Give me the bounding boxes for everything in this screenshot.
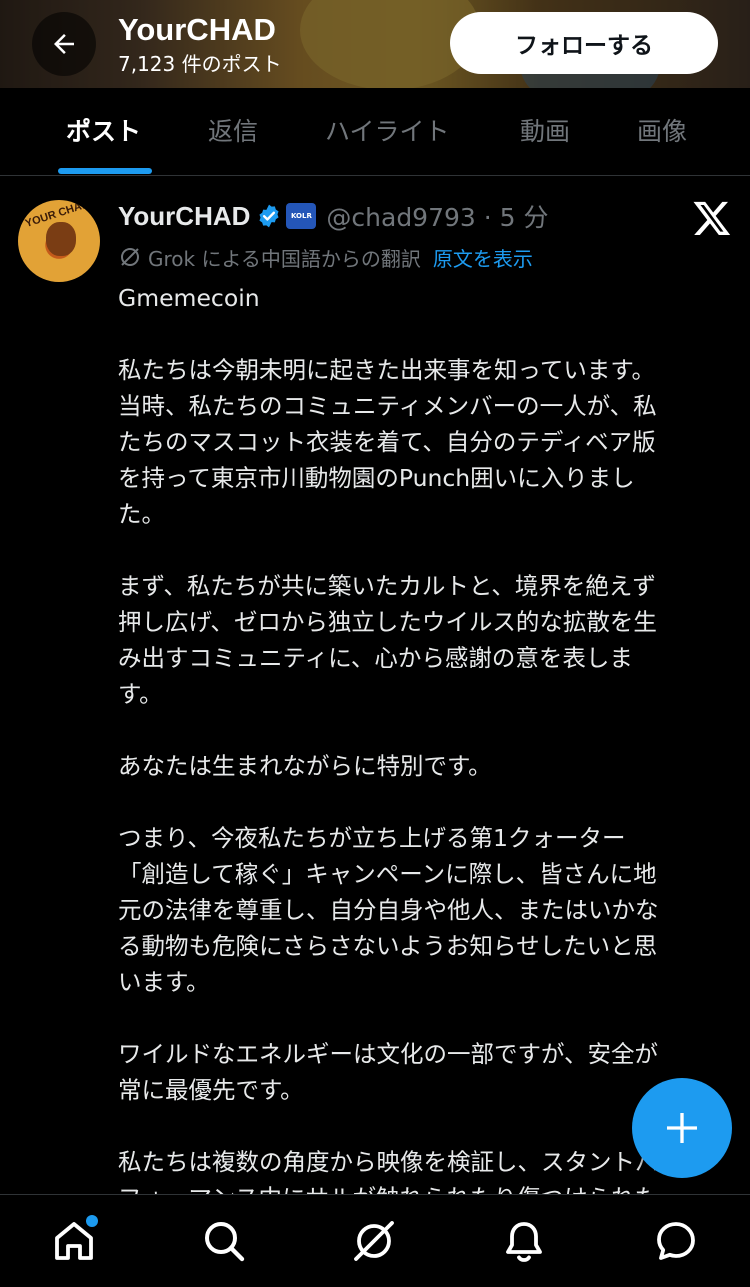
follow-button[interactable]: フォローする bbox=[450, 12, 718, 74]
notifications-icon[interactable] bbox=[500, 1217, 548, 1265]
x-logo-icon[interactable] bbox=[692, 198, 732, 238]
back-button[interactable] bbox=[32, 12, 96, 76]
post-count: 7,123 件のポスト bbox=[118, 52, 282, 76]
profile-tabs: ポスト 返信 ハイライト 動画 画像 bbox=[0, 88, 750, 176]
tab-videos[interactable]: 動画 bbox=[520, 88, 570, 176]
profile-title: YourCHAD bbox=[118, 12, 276, 47]
avatar-character bbox=[46, 222, 76, 256]
tab-images[interactable]: 画像 bbox=[637, 88, 687, 176]
active-tab-indicator bbox=[58, 168, 152, 174]
bottom-navigation bbox=[0, 1194, 750, 1287]
post-paragraph: Gmemecoin bbox=[118, 284, 260, 312]
affiliate-badge-icon[interactable]: KOLR bbox=[286, 203, 317, 229]
author-handle-time: @chad9793 · 5 分 bbox=[326, 203, 549, 232]
compose-post-button[interactable] bbox=[632, 1078, 732, 1178]
translation-row: Grok による中国語からの翻訳 原文を表示 bbox=[118, 242, 533, 272]
arrow-left-icon bbox=[54, 34, 74, 54]
show-original-link[interactable]: 原文を表示 bbox=[433, 243, 533, 272]
post-paragraph: 私たちは今朝未明に起きた出来事を知っています。 当時、私たちのコミュニティメンバ… bbox=[118, 356, 657, 528]
tab-highlights[interactable]: ハイライト bbox=[325, 88, 450, 176]
post-paragraph: つまり、今夜私たちが立ち上げる第1クォーター 「創造して稼ぐ」キャンペーンに際し… bbox=[118, 824, 659, 996]
messages-icon[interactable] bbox=[652, 1217, 700, 1265]
post-paragraph: まず、私たちが共に築いたカルトと、境界を絶えず 押し広げ、ゼロから独立したウイル… bbox=[118, 572, 657, 708]
author-name[interactable]: YourCHAD bbox=[118, 201, 250, 232]
search-icon[interactable] bbox=[200, 1217, 248, 1265]
post-paragraph: あなたは生まれながらに特別です。 bbox=[118, 752, 492, 780]
translation-note: Grok による中国語からの翻訳 bbox=[148, 246, 421, 271]
avatar[interactable]: YOUR CHAD bbox=[18, 200, 100, 282]
post-paragraph: ワイルドなエネルギーは文化の一部ですが、安全が 常に最優先です。 bbox=[118, 1040, 659, 1104]
post-text: Gmemecoin 私たちは今朝未明に起きた出来事を知っています。 当時、私たち… bbox=[118, 280, 728, 1194]
plus-icon bbox=[667, 1113, 697, 1143]
grok-icon[interactable] bbox=[350, 1217, 398, 1265]
verified-badge-icon bbox=[259, 204, 279, 228]
grok-icon bbox=[121, 248, 139, 266]
tab-replies[interactable]: 返信 bbox=[208, 88, 258, 176]
tab-posts[interactable]: ポスト bbox=[66, 88, 141, 176]
post-author-row: YourCHAD KOLR @chad9793 · 5 分 bbox=[118, 198, 549, 234]
post-paragraph: 私たちは複数の角度から映像を検証し、スタントパ フォーマンス中にサルが触れられた… bbox=[118, 1148, 659, 1194]
notification-dot bbox=[86, 1215, 98, 1227]
